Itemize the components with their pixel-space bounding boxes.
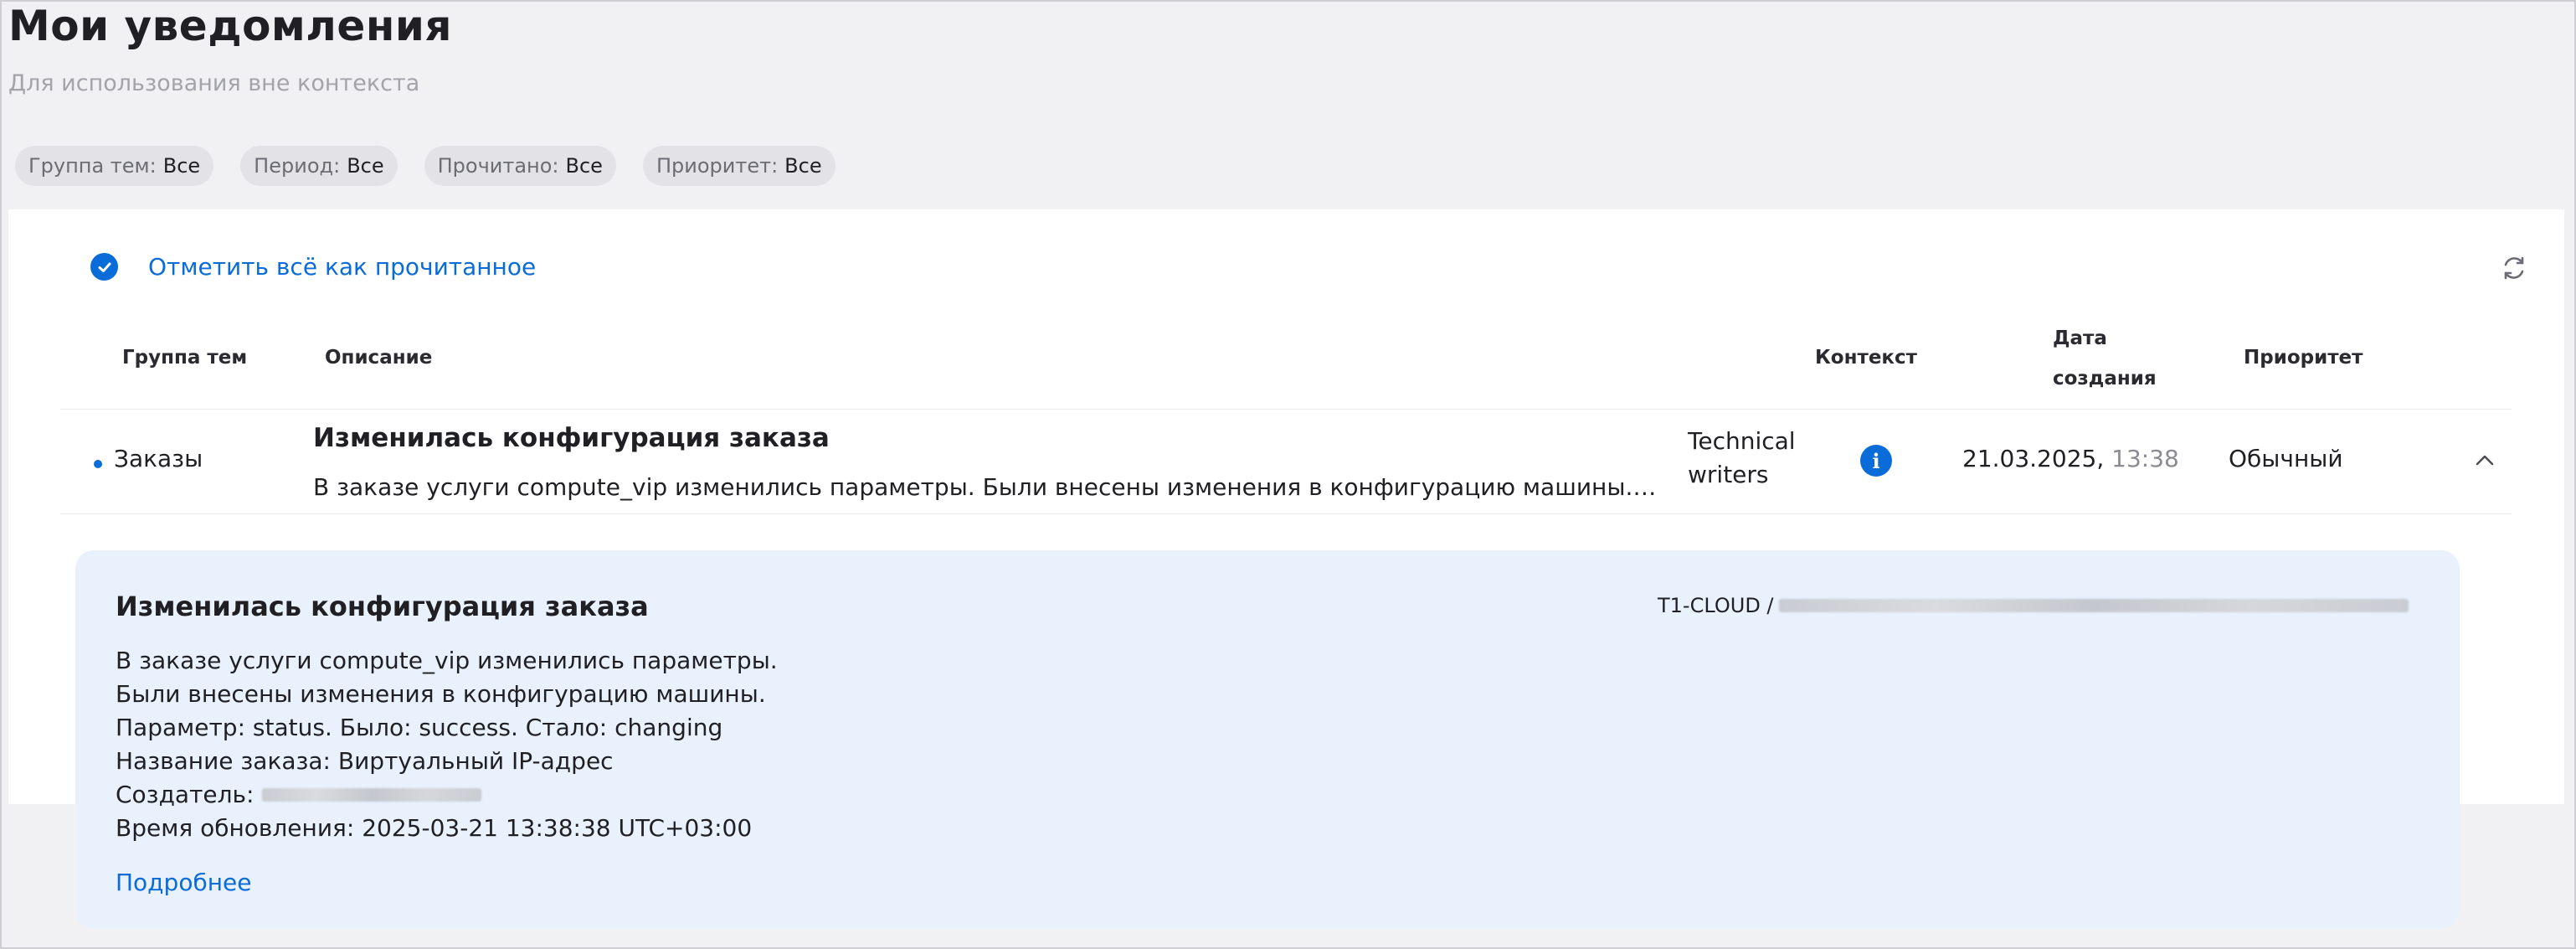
chevron-up-icon[interactable] [2471,446,2498,473]
filter-label: Группа тем: [28,154,157,178]
filter-value: Все [565,154,603,178]
filter-bar: Группа тем: Все Период: Все Прочитано: Все … [15,146,836,186]
creator-label: Создатель: [116,781,255,808]
filter-chip-period[interactable]: Период: Все [240,146,398,186]
filter-value: Все [347,154,384,178]
mark-all-read-button[interactable]: Отметить всё как прочитанное [90,253,536,281]
detail-context-path: T1-CLOUD / [1658,594,2409,617]
column-header-description: Описание [325,347,433,369]
column-header-context: Контекст [1815,347,1917,369]
refresh-icon[interactable] [2499,253,2529,283]
row-date-day: 21.03.2025, [1962,445,2105,472]
detail-line: Были внесены изменения в конфигурацию ма… [116,680,766,708]
filter-chip-read[interactable]: Прочитано: Все [424,146,616,186]
unread-dot-icon [94,460,102,468]
detail-line: Параметр: status. Было: success. Стало: … [116,714,723,741]
info-icon[interactable]: i [1860,445,1892,477]
row-context-line1: Technical [1688,427,1796,455]
notification-detail-card: Изменилась конфигурация заказа T1-CLOUD … [75,550,2460,929]
detail-title: Изменилась конфигурация заказа [116,591,649,622]
filter-label: Приоритет: [656,154,779,178]
column-header-group: Группа тем [122,347,248,369]
detail-body: В заказе услуги compute_vip изменились п… [116,644,778,845]
filter-label: Период: [254,154,341,178]
column-header-date-line1: Дата [2053,328,2107,349]
filter-label: Прочитано: [437,154,559,178]
page-subtitle: Для использования вне контекста [8,70,420,96]
row-title: Изменилась конфигурация заказа [313,423,830,453]
column-header-date-line2: создания [2053,368,2157,389]
filter-value: Все [784,154,822,178]
detail-line: Название заказа: Виртуальный IP-адрес [116,747,614,775]
detail-line: В заказе услуги compute_vip изменились п… [116,647,778,674]
row-date: 21.03.2025, 13:38 [1962,445,2179,472]
detail-path-prefix: T1-CLOUD / [1658,594,1774,617]
detail-line: Время обновления: 2025-03-21 13:38:38 UT… [116,814,753,842]
detail-line-creator: Создатель: [116,778,778,812]
redacted-creator [262,788,482,802]
filter-chip-topic-group[interactable]: Группа тем: Все [15,146,214,186]
row-context-line2: writers [1688,461,1769,488]
check-circle-icon [90,253,118,281]
page-title: Мои уведомления [8,2,453,50]
row-group: Заказы [114,445,203,472]
mark-all-read-label: Отметить всё как прочитанное [148,253,537,281]
row-date-time: 13:38 [2111,445,2179,472]
row-context: Technical writers [1688,425,1796,492]
column-header-priority: Приоритет [2244,347,2363,369]
filter-chip-priority[interactable]: Приоритет: Все [642,146,836,186]
row-priority: Обычный [2229,445,2343,472]
table-row[interactable]: Заказы Изменилась конфигурация заказа В … [60,409,2512,514]
filter-value: Все [162,154,201,178]
redacted-path [1778,599,2409,612]
column-header-date: Дата создания [2053,318,2157,399]
more-link[interactable]: Подробнее [116,869,251,896]
row-description: В заказе услуги compute_vip изменились п… [313,473,1657,501]
